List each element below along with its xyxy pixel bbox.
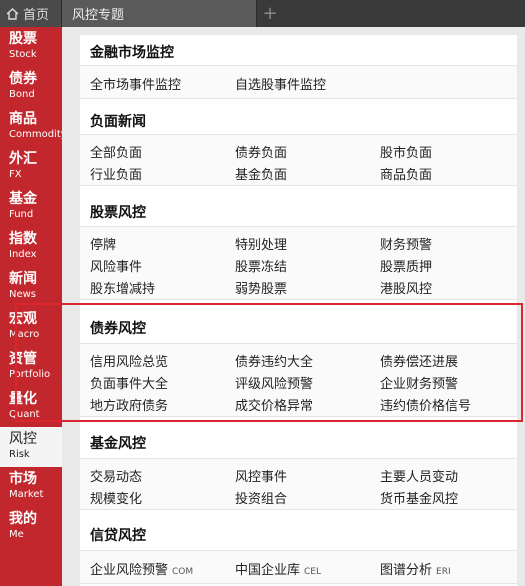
section-body-fund-risk: 交易动态 风控事件 主要人员变动 规模变化 投资组合 货币基金风控: [80, 458, 517, 510]
section-title-negative-news: 负面新闻: [90, 114, 146, 130]
link-fund-risk-events[interactable]: 风控事件: [235, 466, 287, 485]
sidebar-item-me[interactable]: 我的 Me: [0, 507, 62, 547]
sidebar-item-market[interactable]: 市场 Market: [0, 467, 62, 507]
link-suspension[interactable]: 停牌: [90, 234, 116, 253]
section-body-market-monitor: 全市场事件监控 自选股事件监控: [80, 65, 517, 99]
link-industry-negative[interactable]: 行业负面: [90, 164, 142, 183]
sidebar-item-index[interactable]: 指数 Index: [0, 227, 62, 267]
link-commodity-negative[interactable]: 商品负面: [380, 164, 432, 183]
link-scale-changes[interactable]: 规模变化: [90, 488, 142, 507]
link-fund-negative[interactable]: 基金负面: [235, 164, 287, 183]
link-china-enterprise-library[interactable]: 中国企业库 CEL: [235, 559, 321, 578]
sidebar-item-fx[interactable]: 外汇 FX: [0, 147, 62, 187]
section-title-fund-risk: 基金风控: [90, 436, 146, 452]
link-money-fund-risk[interactable]: 货币基金风控: [380, 488, 458, 507]
link-weak-stocks[interactable]: 弱势股票: [235, 278, 287, 297]
link-trading-dynamics[interactable]: 交易动态: [90, 466, 142, 485]
sidebar-item-fund[interactable]: 基金 Fund: [0, 187, 62, 227]
link-stock-pledge[interactable]: 股票质押: [380, 256, 432, 275]
sidebar-item-commodity[interactable]: 商品 Commodity: [0, 107, 67, 147]
link-stock-negative[interactable]: 股市负面: [380, 142, 432, 161]
tab-home-label: 首页: [23, 8, 50, 23]
section-title-stock-risk: 股票风控: [90, 205, 146, 221]
link-portfolio[interactable]: 投资组合: [235, 488, 287, 507]
link-graph-analysis[interactable]: 图谱分析 ERI: [380, 559, 451, 578]
link-risk-events[interactable]: 风险事件: [90, 256, 142, 275]
sidebar-item-stock[interactable]: 股票 Stock: [0, 27, 62, 67]
link-stock-freeze[interactable]: 股票冻结: [235, 256, 287, 275]
link-all-negative[interactable]: 全部负面: [90, 142, 142, 161]
link-key-personnel-changes[interactable]: 主要人员变动: [380, 466, 458, 485]
link-hk-stock-risk[interactable]: 港股风控: [380, 278, 432, 297]
section-title-credit-risk: 信贷风控: [90, 528, 146, 544]
sidebar-item-bond[interactable]: 债券 Bond: [0, 67, 62, 107]
tab-risk-topics[interactable]: 风控专题: [62, 0, 257, 27]
new-tab-button[interactable]: +: [257, 0, 283, 27]
link-all-market-events[interactable]: 全市场事件监控: [90, 74, 181, 93]
sidebar-item-risk[interactable]: 风控 Risk: [0, 427, 62, 467]
section-body-stock-risk: 停牌 特别处理 财务预警 风险事件 股票冻结 股票质押 股东增减持 弱势股票 港…: [80, 226, 517, 300]
section-body-credit-risk: 企业风险预警 COM 中国企业库 CEL 图谱分析 ERI: [80, 550, 517, 584]
link-special-treatment[interactable]: 特别处理: [235, 234, 287, 253]
tab-risk-topics-label: 风控专题: [72, 8, 125, 23]
section-body-negative-news: 全部负面 债券负面 股市负面 行业负面 基金负面 商品负面: [80, 134, 517, 186]
link-financial-warning[interactable]: 财务预警: [380, 234, 432, 253]
link-enterprise-risk-warning[interactable]: 企业风险预警 COM: [90, 559, 193, 578]
tab-home[interactable]: 首页: [0, 0, 62, 27]
section-title-market-monitor: 金融市场监控: [90, 45, 174, 61]
plus-icon: +: [262, 3, 278, 24]
tab-bar: 首页 风控专题 +: [0, 0, 525, 27]
link-bond-negative[interactable]: 债券负面: [235, 142, 287, 161]
home-icon: [6, 7, 19, 20]
link-watchlist-events[interactable]: 自选股事件监控: [235, 74, 326, 93]
sidebar-item-news[interactable]: 新闻 News: [0, 267, 62, 307]
bond-risk-highlight-box: [15, 303, 523, 422]
link-shareholder-changes[interactable]: 股东增减持: [90, 278, 155, 297]
